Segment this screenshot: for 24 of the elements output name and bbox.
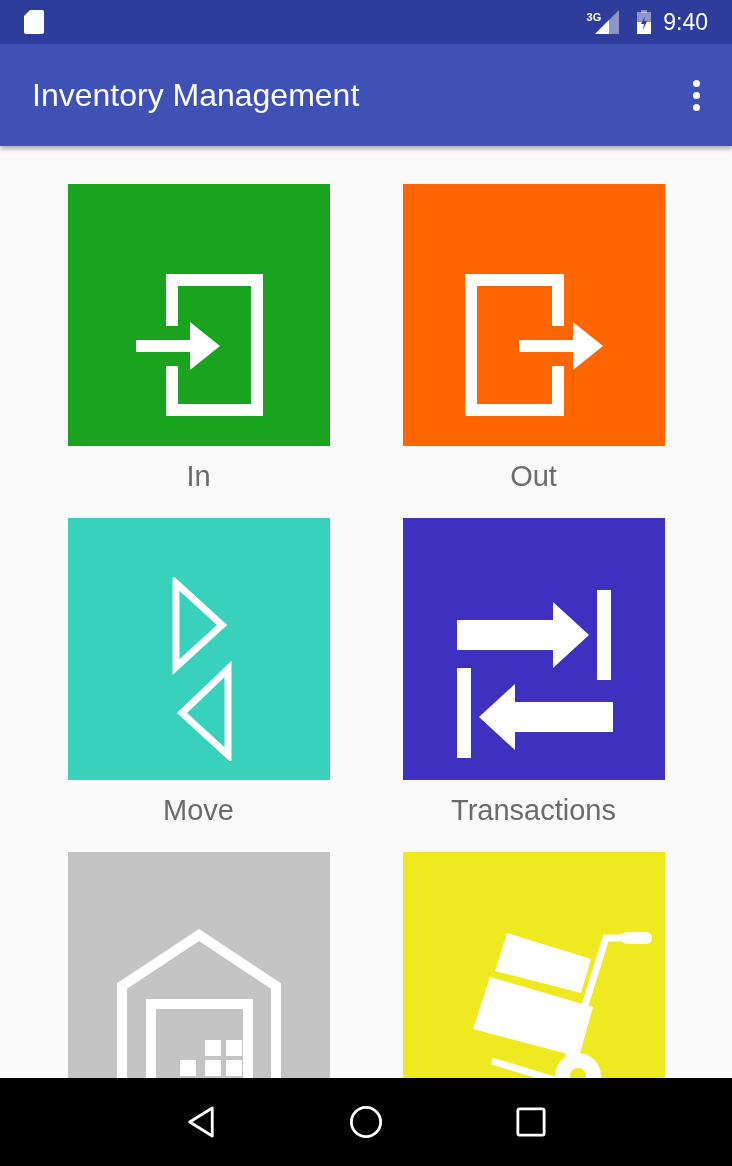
tile-label: Out — [510, 462, 557, 491]
tile-label: Transactions — [451, 796, 616, 825]
sd-card-icon — [24, 10, 44, 34]
tile-button[interactable] — [402, 518, 665, 780]
back-icon[interactable] — [186, 1105, 217, 1139]
tile-button[interactable] — [67, 518, 330, 780]
sign-in-icon — [135, 274, 263, 416]
network-type: 3G — [586, 10, 602, 25]
tile-label: In — [186, 462, 211, 491]
warehouse-icon — [116, 928, 281, 1078]
battery-icon — [637, 10, 652, 34]
app-title: Inventory Management — [32, 76, 361, 115]
sign-out-icon — [464, 274, 603, 416]
recents-icon[interactable] — [515, 1107, 546, 1137]
tile-button[interactable] — [67, 184, 330, 446]
clock-time: 9:40 — [663, 7, 708, 37]
tile-button[interactable] — [402, 184, 665, 446]
tile-button[interactable] — [402, 852, 665, 1078]
transfer-arrows-icon — [456, 590, 613, 758]
home-icon[interactable] — [349, 1105, 383, 1139]
triangles-icon — [171, 577, 232, 761]
hand-truck-icon — [472, 929, 653, 1078]
tile-label: Move — [163, 796, 234, 825]
tile-button[interactable] — [67, 852, 330, 1078]
